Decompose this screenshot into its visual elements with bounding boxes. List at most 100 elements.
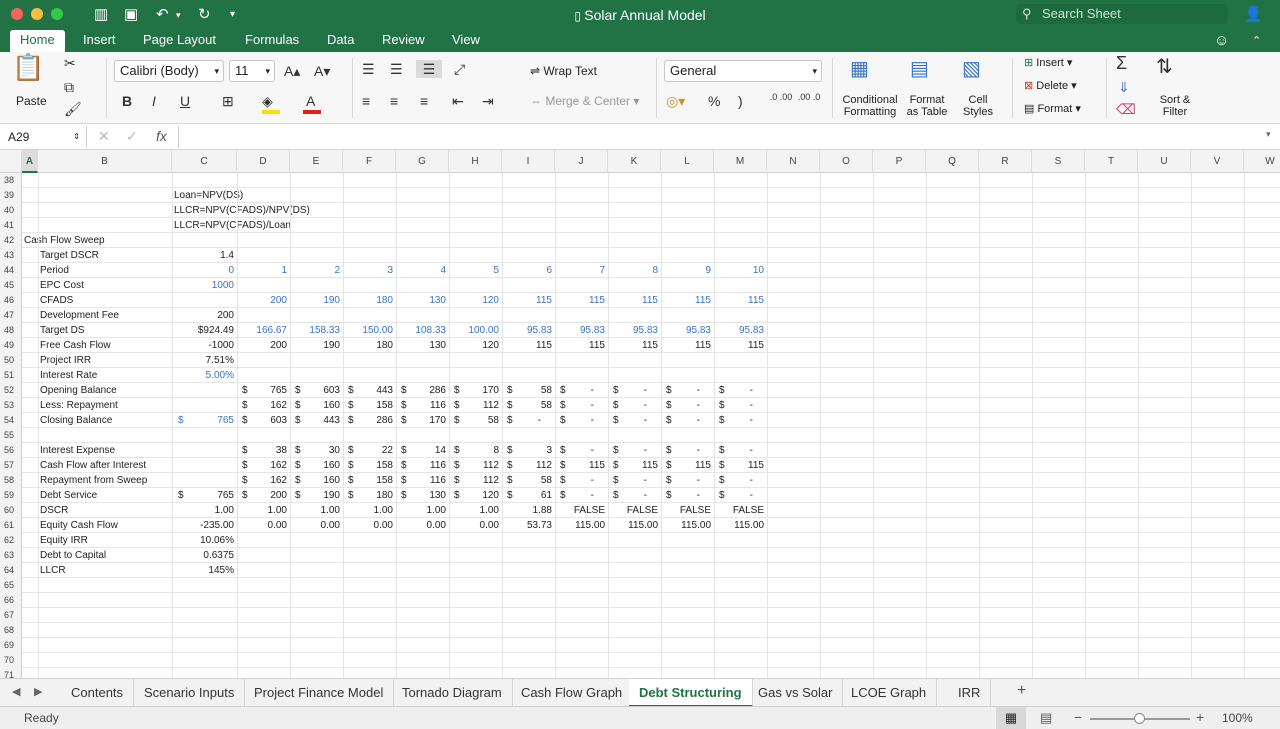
row-header[interactable]: 40 xyxy=(0,203,22,218)
collapse-ribbon-icon[interactable]: ⌃ xyxy=(1252,31,1261,51)
cell-value[interactable]: 3 xyxy=(343,263,396,278)
sort-filter-button[interactable]: Sort & Filter xyxy=(1152,94,1198,118)
row-header[interactable]: 58 xyxy=(0,473,22,488)
row-label[interactable]: Debt to Capital xyxy=(40,548,190,563)
cell-value[interactable]: 7 xyxy=(555,263,608,278)
column-header-j[interactable]: J xyxy=(555,150,608,173)
row-header[interactable]: 48 xyxy=(0,323,22,338)
sheet-tab[interactable]: Cash Flow Graph xyxy=(511,679,634,707)
zoom-slider-thumb[interactable] xyxy=(1134,713,1145,724)
column-header-o[interactable]: O xyxy=(820,150,873,173)
fill-color-icon[interactable]: ◈ xyxy=(262,92,273,110)
cell-c[interactable]: 10.06% xyxy=(172,533,237,548)
row-header[interactable]: 62 xyxy=(0,533,22,548)
row-label[interactable]: EPC Cost xyxy=(40,278,190,293)
cell-value[interactable]: 115 xyxy=(714,338,767,353)
cell-c[interactable]: 200 xyxy=(172,308,237,323)
cell-value[interactable]: 95.83 xyxy=(555,323,608,338)
cell-c[interactable]: 145% xyxy=(172,563,237,578)
format-as-table-button[interactable]: Format as Table xyxy=(903,94,951,118)
row-header[interactable]: 47 xyxy=(0,308,22,323)
row-header[interactable]: 60 xyxy=(0,503,22,518)
row-header[interactable]: 42 xyxy=(0,233,22,248)
spreadsheet-grid[interactable]: ABCDEFGHIJKLMNOPQRSTUVW 38 39 Loan=NPV(DS)… xyxy=(0,150,1280,678)
cell-value[interactable]: 1 xyxy=(237,263,290,278)
cell-value[interactable]: 200 xyxy=(237,293,290,308)
format-as-table-icon[interactable]: ▤ xyxy=(910,59,929,79)
add-sheet-icon[interactable]: + xyxy=(1017,682,1026,700)
cell-value[interactable]: 1.00 xyxy=(237,503,290,518)
column-header-p[interactable]: P xyxy=(873,150,926,173)
row-label[interactable]: Less: Repayment xyxy=(40,398,190,413)
smiley-feedback-icon[interactable]: ☺ xyxy=(1214,31,1229,51)
cell-value[interactable]: 150.00 xyxy=(343,323,396,338)
cell-c[interactable]: 1000 xyxy=(172,278,237,293)
autosum-icon[interactable]: Σ xyxy=(1116,54,1127,72)
row-label[interactable]: Debt Service xyxy=(40,488,190,503)
align-left-icon[interactable]: ≡ xyxy=(362,92,370,110)
zoom-out-icon[interactable]: − xyxy=(1074,709,1082,725)
cell-value[interactable]: 108.33 xyxy=(396,323,449,338)
row-header[interactable]: 54 xyxy=(0,413,22,428)
tab-view[interactable]: View xyxy=(442,30,490,52)
orientation-icon[interactable]: ⤢ xyxy=(454,60,465,78)
cell-value[interactable]: 0.00 xyxy=(396,518,449,533)
row-header[interactable]: 49 xyxy=(0,338,22,353)
cell-value[interactable]: 6 xyxy=(502,263,555,278)
cell-value[interactable]: 53.73 xyxy=(502,518,555,533)
row-header[interactable]: 39 xyxy=(0,188,22,203)
column-header-q[interactable]: Q xyxy=(926,150,979,173)
cell-value[interactable]: 8 xyxy=(608,263,661,278)
cell-value[interactable]: 115 xyxy=(714,293,767,308)
row-label[interactable]: Cash Flow after Interest xyxy=(40,458,190,473)
normal-view-icon[interactable]: ▦ xyxy=(996,707,1026,729)
cell-value[interactable]: 115 xyxy=(555,293,608,308)
cell-c[interactable]: 7.51% xyxy=(172,353,237,368)
cell-value[interactable]: 10 xyxy=(714,263,767,278)
cell-c[interactable]: 1.00 xyxy=(172,503,237,518)
cell-value[interactable]: 5 xyxy=(449,263,502,278)
tab-home[interactable]: Home xyxy=(10,30,65,52)
comma-format-button[interactable]: ) xyxy=(738,92,743,110)
cell-c[interactable]: LLCR=NPV(CFADS)/NPV(DS) xyxy=(174,203,374,218)
cell-value[interactable]: FALSE xyxy=(714,503,767,518)
cell-value[interactable]: 115.00 xyxy=(714,518,767,533)
sheet-tab[interactable]: IRR xyxy=(948,679,992,707)
cell-value[interactable]: 115 xyxy=(555,338,608,353)
cell-value[interactable]: 4 xyxy=(396,263,449,278)
zoom-level[interactable]: 100% xyxy=(1222,711,1253,725)
cell-value[interactable]: 190 xyxy=(290,293,343,308)
row-label[interactable]: Project IRR xyxy=(40,353,190,368)
cell-value[interactable]: 180 xyxy=(343,293,396,308)
row-header[interactable]: 64 xyxy=(0,563,22,578)
cell-value[interactable]: 115 xyxy=(608,338,661,353)
increase-indent-icon[interactable]: ⇥ xyxy=(482,92,494,110)
row-label[interactable]: Repayment from Sweep xyxy=(40,473,190,488)
format-cells-button[interactable]: ▤ Format ▾ xyxy=(1024,102,1081,116)
cell-c[interactable]: 5.00% xyxy=(172,368,237,383)
cell-c[interactable]: 0.6375 xyxy=(172,548,237,563)
cell-value[interactable]: 200 xyxy=(237,338,290,353)
decrease-indent-icon[interactable]: ⇤ xyxy=(452,92,464,110)
row-label[interactable]: Interest Expense xyxy=(40,443,190,458)
row-header[interactable]: 52 xyxy=(0,383,22,398)
copy-icon[interactable]: ⧉ xyxy=(64,78,74,96)
row-label[interactable]: Free Cash Flow xyxy=(40,338,190,353)
row-header[interactable]: 53 xyxy=(0,398,22,413)
row-header[interactable]: 66 xyxy=(0,593,22,608)
row-header[interactable]: 65 xyxy=(0,578,22,593)
confirm-edit-icon[interactable]: ✓ xyxy=(126,128,138,145)
row-header[interactable]: 50 xyxy=(0,353,22,368)
align-top-icon[interactable]: ☰ xyxy=(362,60,375,78)
next-sheet-icon[interactable]: ▶ xyxy=(34,685,42,698)
borders-icon[interactable]: ⊞ xyxy=(222,92,234,110)
sheet-tab[interactable]: Contents xyxy=(61,679,135,707)
bold-button[interactable]: B xyxy=(122,92,132,110)
fill-icon[interactable]: ⇓ xyxy=(1118,78,1130,96)
cell-value[interactable]: 0.00 xyxy=(449,518,502,533)
row-header[interactable]: 63 xyxy=(0,548,22,563)
row-label[interactable]: Opening Balance xyxy=(40,383,190,398)
sheet-tab[interactable]: Gas vs Solar xyxy=(748,679,844,707)
delete-cells-button[interactable]: ⊠ Delete ▾ xyxy=(1024,79,1077,93)
format-painter-icon[interactable]: 🖌 xyxy=(64,100,82,118)
